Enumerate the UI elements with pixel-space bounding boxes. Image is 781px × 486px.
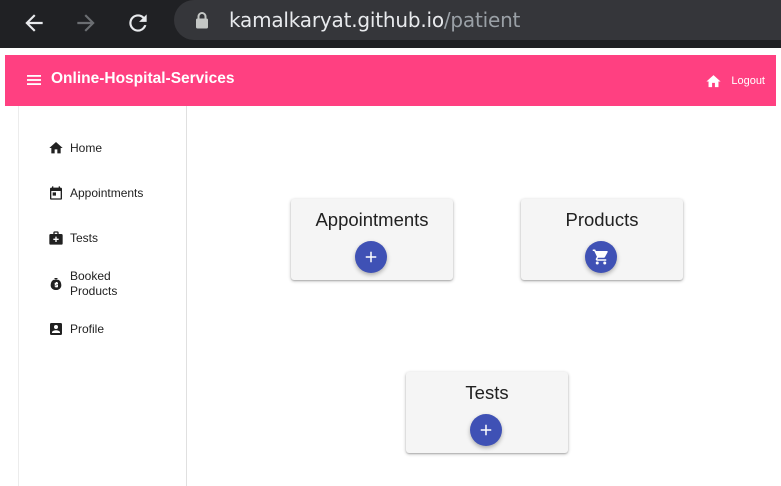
forward-button[interactable] [69, 6, 103, 40]
home-icon [49, 142, 63, 154]
add-test-button[interactable] [470, 414, 502, 446]
sidebar-item-home[interactable]: Home [48, 140, 102, 156]
add-appointment-button[interactable] [355, 241, 387, 273]
menu-icon[interactable] [26, 72, 42, 88]
appointments-card: Appointments [291, 199, 453, 280]
app-title: Online-Hospital-Services [51, 70, 235, 87]
lock-icon [196, 12, 208, 29]
sidebar-item-label: Home [70, 140, 103, 155]
browser-toolbar: kamalkaryat.github.io/patient [0, 0, 781, 48]
logout-label: Logout [731, 75, 765, 87]
products-card: Products [521, 199, 683, 280]
card-title: Products [565, 209, 639, 230]
sidebar-item-booked-products[interactable]: Booked Products [48, 269, 140, 299]
medical-bag-icon [49, 231, 63, 245]
url-host: kamalkaryat.github.io [229, 8, 444, 32]
bag-icon [50, 278, 62, 290]
sidebar-item-profile[interactable]: Profile [48, 321, 104, 337]
card-title: Appointments [315, 209, 429, 230]
address-bar[interactable]: kamalkaryat.github.io/patient [174, 0, 781, 40]
arrow-left-icon [25, 14, 43, 32]
url-text: kamalkaryat.github.io/patient [229, 6, 520, 34]
logout-button[interactable]: Logout [705, 72, 765, 90]
sidebar-item-tests[interactable]: Tests [48, 230, 98, 246]
reload-button[interactable] [121, 6, 155, 40]
arrow-right-icon [77, 14, 95, 32]
sidebar-item-label: Profile [70, 321, 105, 336]
card-title: Tests [465, 382, 509, 403]
calendar-icon [50, 186, 62, 200]
app-bar: Online-Hospital-Services Logout [5, 55, 776, 106]
reload-icon [129, 14, 147, 32]
plus-icon [365, 251, 377, 263]
shop-products-button[interactable] [585, 241, 617, 273]
url-path: /patient [443, 8, 521, 32]
sidebar-item-label: Appointments [70, 185, 144, 200]
sidebar-item-label: Booked Products [70, 269, 118, 298]
cart-icon [592, 249, 608, 265]
tests-card: Tests [406, 372, 568, 453]
sidebar: Home Appointments Tests Booked Products … [18, 106, 187, 486]
sidebar-item-label: Tests [70, 230, 99, 245]
account-box-icon [50, 323, 62, 335]
home-icon [706, 74, 721, 87]
plus-icon [480, 424, 492, 436]
back-button[interactable] [17, 6, 51, 40]
sidebar-item-appointments[interactable]: Appointments [48, 185, 143, 201]
